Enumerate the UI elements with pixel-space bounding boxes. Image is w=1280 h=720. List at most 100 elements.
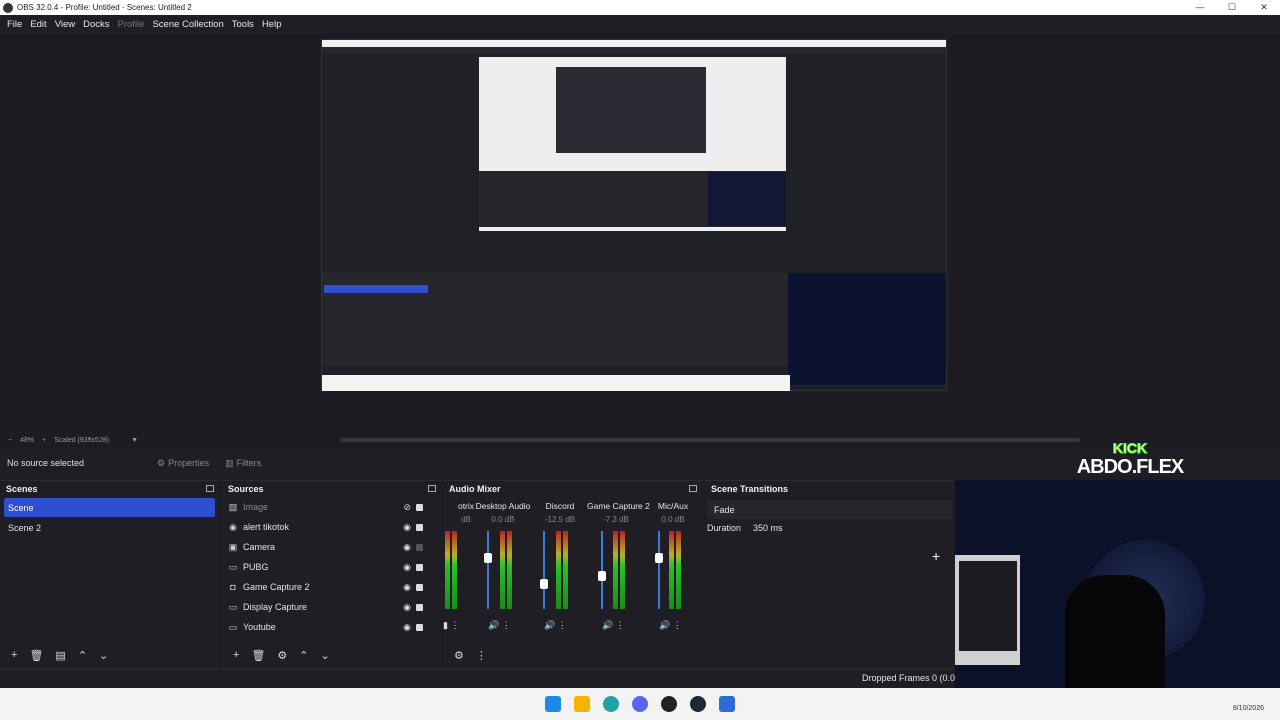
monitor-screen bbox=[959, 561, 1017, 651]
gear-icon: ⚙ bbox=[157, 457, 166, 468]
edge-icon[interactable] bbox=[603, 696, 619, 712]
lock-icon[interactable] bbox=[416, 523, 423, 531]
trash-icon[interactable]: 🗑 bbox=[29, 649, 43, 662]
program-preview[interactable] bbox=[321, 39, 948, 391]
gear-icon[interactable]: ⚙ bbox=[277, 649, 287, 662]
source-item[interactable]: ▨ Image ⊘ bbox=[222, 497, 441, 517]
eye-icon[interactable]: ◉ bbox=[403, 522, 411, 533]
nested-preview bbox=[479, 57, 786, 231]
trash-icon[interactable]: 🗑 bbox=[251, 649, 265, 662]
eye-off-icon[interactable]: ⊘ bbox=[403, 502, 411, 513]
add-transition-button[interactable]: + bbox=[932, 548, 940, 564]
channel-db: 0.0 dB bbox=[661, 515, 685, 524]
source-item[interactable]: ▭ Youtube ◉ bbox=[222, 617, 441, 637]
channel-name: Mic/Aux bbox=[657, 501, 689, 511]
close-button[interactable]: ✕ bbox=[1248, 0, 1280, 15]
volume-icon[interactable]: 🔊 ⋮ bbox=[602, 620, 625, 631]
eye-icon[interactable]: ◉ bbox=[403, 602, 411, 613]
chevron-down-icon[interactable]: ▼ bbox=[131, 437, 138, 444]
volume-icon[interactable]: 🔊 ⋮ bbox=[659, 620, 682, 631]
slider-knob[interactable] bbox=[484, 553, 492, 563]
menu-docks[interactable]: Docks bbox=[83, 19, 109, 30]
nested-taskbar bbox=[322, 375, 790, 391]
zoom-level: 48% bbox=[20, 436, 35, 444]
slider-knob[interactable] bbox=[598, 571, 606, 581]
discord-icon[interactable] bbox=[632, 696, 648, 712]
menu-help[interactable]: Help bbox=[262, 19, 282, 30]
horizontal-scrollbar[interactable] bbox=[340, 438, 1080, 442]
volume-slider[interactable] bbox=[601, 531, 603, 609]
scene-item-scene[interactable]: Scene bbox=[4, 498, 215, 517]
menu-tools[interactable]: Tools bbox=[232, 19, 254, 30]
duration-input[interactable]: 350 ms bbox=[753, 523, 783, 533]
source-item[interactable]: ▣ Camera ◉ bbox=[222, 537, 441, 557]
source-name: Game Capture 2 bbox=[243, 582, 310, 592]
eye-icon[interactable]: ◉ bbox=[403, 582, 411, 593]
scene-item-scene-2[interactable]: Scene 2 bbox=[4, 518, 215, 537]
volume-slider[interactable] bbox=[658, 531, 660, 609]
no-source-label: No source selected bbox=[7, 458, 85, 468]
source-name: Image bbox=[243, 502, 269, 512]
add-icon[interactable]: + bbox=[233, 649, 239, 661]
scenes-title-text: Scenes bbox=[6, 484, 38, 494]
unlock-icon[interactable] bbox=[416, 543, 423, 551]
transition-select[interactable]: Fade bbox=[708, 501, 952, 519]
undock-icon[interactable] bbox=[206, 485, 214, 492]
channel-db: -7.3 dB bbox=[603, 515, 629, 524]
windows-start-icon[interactable] bbox=[545, 696, 561, 712]
menu-file[interactable]: File bbox=[7, 19, 22, 30]
volume-icon[interactable]: 🔊 ⋮ bbox=[488, 620, 511, 631]
source-item[interactable]: ◘ Game Capture 2 ◉ bbox=[222, 577, 441, 597]
menu-edit[interactable]: Edit bbox=[30, 19, 46, 30]
undock-icon[interactable] bbox=[689, 485, 697, 492]
properties-button[interactable]: ⚙ Properties bbox=[151, 456, 215, 471]
source-item[interactable]: ◉ alert tikotok ◉ bbox=[222, 517, 441, 537]
settings-icon[interactable]: ⚙ bbox=[454, 649, 464, 662]
zoom-out-button[interactable]: − bbox=[8, 437, 12, 444]
filters-button[interactable]: ▥ Filters bbox=[219, 456, 267, 471]
file-explorer-icon[interactable] bbox=[574, 696, 590, 712]
lock-icon[interactable] bbox=[416, 583, 423, 591]
menu-profile[interactable]: Profile bbox=[118, 19, 145, 30]
lock-icon[interactable] bbox=[416, 623, 423, 631]
maximize-button[interactable]: ☐ bbox=[1216, 0, 1248, 15]
eye-icon[interactable]: ◉ bbox=[403, 562, 411, 573]
source-item[interactable]: ▭ Display Capture ◉ bbox=[222, 597, 441, 617]
audio-mixer-dock: Audio Mixer otrix dB ▮ ⋮ Desktop Audio 0… bbox=[443, 480, 702, 666]
filter-icon[interactable]: ▤ bbox=[55, 649, 65, 662]
monitor bbox=[955, 555, 1020, 665]
slider-knob[interactable] bbox=[540, 579, 548, 589]
volume-icon[interactable]: ▮ ⋮ bbox=[443, 620, 459, 631]
sources-title-text: Sources bbox=[228, 484, 264, 494]
lock-icon[interactable] bbox=[416, 563, 423, 571]
up-icon[interactable]: ⌃ bbox=[78, 649, 87, 662]
app-icon[interactable] bbox=[719, 696, 735, 712]
eye-icon[interactable]: ◉ bbox=[403, 542, 411, 553]
down-icon[interactable]: ⌄ bbox=[321, 649, 330, 662]
lock-icon[interactable] bbox=[416, 603, 423, 611]
menu-scene-collection[interactable]: Scene Collection bbox=[152, 19, 223, 30]
nested-camera-feed bbox=[788, 273, 946, 385]
add-icon[interactable]: + bbox=[11, 649, 17, 661]
down-icon[interactable]: ⌄ bbox=[99, 649, 108, 662]
more-icon[interactable]: ⋮ bbox=[476, 649, 487, 662]
eye-icon[interactable]: ◉ bbox=[403, 622, 411, 633]
undock-icon[interactable] bbox=[428, 485, 436, 492]
volume-icon[interactable]: 🔊 ⋮ bbox=[544, 620, 567, 631]
zoom-in-button[interactable]: + bbox=[42, 437, 46, 444]
window-title: OBS 32.0.4 - Profile: Untitled - Scenes:… bbox=[17, 3, 192, 12]
volume-slider[interactable] bbox=[543, 531, 545, 609]
source-item[interactable]: ▭ PUBG ◉ bbox=[222, 557, 441, 577]
clock: 8/10/2026 bbox=[1232, 705, 1264, 712]
up-icon[interactable]: ⌃ bbox=[299, 649, 308, 662]
slider-knob[interactable] bbox=[655, 553, 663, 563]
minimize-button[interactable]: — bbox=[1184, 0, 1216, 15]
nested-inner-preview bbox=[556, 67, 706, 153]
lock-icon[interactable] bbox=[416, 503, 423, 511]
steam-icon[interactable] bbox=[690, 696, 706, 712]
menu-view[interactable]: View bbox=[55, 19, 75, 30]
obs-icon[interactable] bbox=[661, 696, 677, 712]
volume-slider[interactable] bbox=[487, 531, 489, 609]
streamer bbox=[1065, 575, 1165, 706]
scenes-title: Scenes bbox=[0, 481, 219, 497]
